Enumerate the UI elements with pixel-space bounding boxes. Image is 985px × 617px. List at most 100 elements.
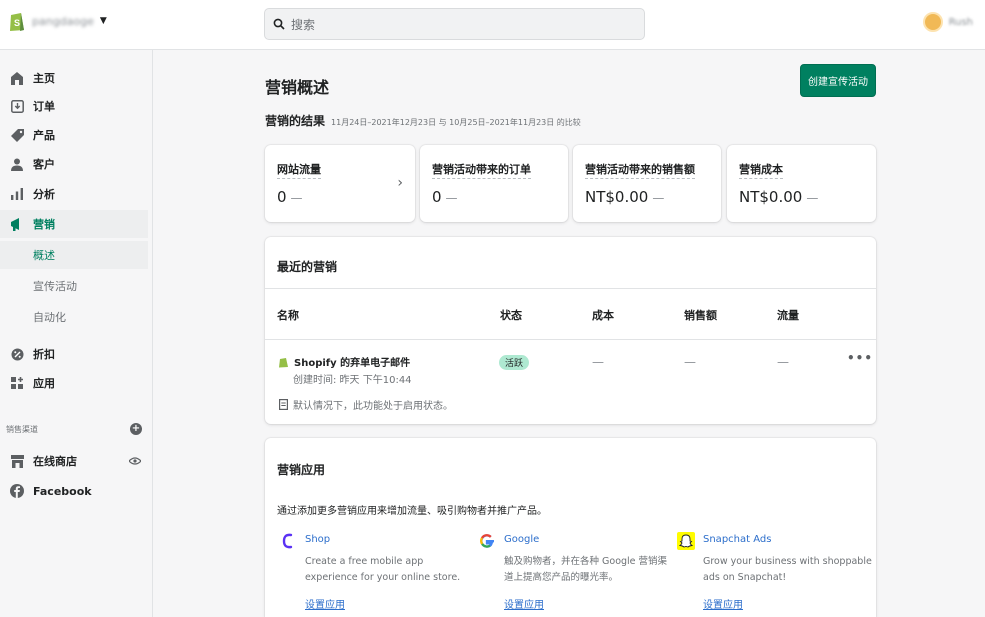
results-date-range[interactable]: 11月24日–2021年12月23日 与 10月25日–2021年11月23日 … [331, 117, 581, 128]
setup-app-link[interactable]: 设置应用 [703, 596, 743, 611]
metric-card-orders[interactable]: 营销活动带来的订单 0— [420, 145, 568, 222]
sidebar-item-analytics[interactable]: 分析 [0, 180, 148, 208]
sidebar-item-discounts[interactable]: 折扣 [0, 340, 148, 368]
column-header-sales: 销售额 [684, 309, 717, 322]
user-menu[interactable]: Rush [922, 12, 973, 32]
metric-value: 0— [432, 188, 458, 206]
app-description: Create a free mobile app experience for … [305, 556, 461, 583]
sidebar-subitem-automations[interactable]: 自动化 [0, 303, 148, 331]
app-description: Grow your business with shoppable ads on… [703, 556, 872, 583]
column-header-cost: 成本 [592, 309, 614, 322]
metric-card-sales[interactable]: 营销活动带来的销售额 NT$0.00— [573, 145, 721, 222]
add-channel-button[interactable]: + [130, 423, 142, 435]
shop-app-icon [279, 532, 297, 550]
metric-label: 营销活动带来的销售额 [585, 161, 695, 179]
more-actions-button[interactable]: ••• [847, 351, 873, 365]
user-name: Rush [948, 16, 973, 28]
store-name: pangdaoge [32, 14, 94, 28]
search-icon [273, 18, 285, 30]
card-title: 营销应用 [277, 463, 326, 477]
marketing-apps-card: 营销应用 通过添加更多营销应用来增加流量、吸引购物者并推广产品。 Shop Cr… [265, 438, 876, 617]
shopify-logo-icon: S [10, 13, 24, 31]
metric-value: 0— [277, 188, 303, 206]
person-icon [10, 157, 24, 171]
sidebar-item-label: 折扣 [33, 348, 55, 361]
app-name[interactable]: Google [504, 534, 539, 545]
app-description: 触及购物者，并在各种 Google 营销渠道上提高您产品的曝光率。 [504, 556, 668, 583]
divider [265, 288, 876, 289]
top-bar: S pangdaoge ▼ 搜索 Rush [0, 0, 985, 50]
caret-down-icon: ▼ [99, 16, 107, 26]
divider [265, 339, 876, 340]
card-title: 最近的营销 [277, 260, 338, 274]
sidebar-item-label: 应用 [33, 377, 55, 390]
home-icon [10, 71, 24, 85]
sidebar-subitem-overview[interactable]: 概述 [0, 241, 148, 269]
metric-value: NT$0.00— [739, 188, 819, 206]
sales-cell: — [684, 355, 696, 369]
page-title: 营销概述 [265, 78, 330, 97]
campaign-created-time: 创建时间: 昨天 下午10:44 [293, 375, 412, 386]
chevron-right-icon: › [397, 175, 403, 191]
apps-icon [10, 376, 24, 390]
traffic-cell: — [777, 355, 789, 369]
shopify-bag-icon [279, 357, 288, 367]
sidebar-item-customers[interactable]: 客户 [0, 150, 148, 178]
metric-card-traffic[interactable]: 网站流量 0— › [265, 145, 415, 222]
megaphone-icon [10, 217, 24, 231]
setup-app-link[interactable]: 设置应用 [504, 596, 544, 611]
sidebar-item-facebook[interactable]: Facebook [0, 477, 148, 505]
facebook-icon [10, 484, 24, 498]
google-icon [478, 532, 496, 550]
tag-icon [10, 128, 24, 142]
discount-icon [10, 347, 24, 361]
column-header-status: 状态 [500, 309, 522, 322]
create-campaign-button[interactable]: 创建宣传活动 [800, 64, 876, 97]
setup-app-link[interactable]: 设置应用 [305, 596, 345, 611]
results-header: 营销的结果 11月24日–2021年12月23日 与 10月25日–2021年1… [265, 112, 581, 129]
metric-label: 网站流量 [277, 161, 321, 179]
search-input[interactable]: 搜索 [264, 8, 645, 40]
sales-channels-header: 销售渠道 + [6, 423, 142, 435]
avatar [922, 12, 943, 32]
sidebar-item-online-store[interactable]: 在线商店 [0, 447, 148, 475]
sidebar-item-orders[interactable]: 订单 [0, 92, 148, 120]
campaign-note: 默认情况下，此功能处于启用状态。 [279, 397, 453, 412]
sidebar-item-label: 营销 [33, 218, 55, 231]
campaign-name-link[interactable]: Shopify 的弃单电子邮件 [279, 354, 410, 369]
sidebar-item-label: 主页 [33, 72, 55, 85]
sidebar-item-label: 在线商店 [33, 455, 77, 468]
bar-chart-icon [10, 187, 24, 201]
sidebar-item-marketing[interactable]: 营销 [0, 210, 148, 238]
results-label: 营销的结果 [265, 114, 326, 128]
sidebar-item-label: 订单 [33, 100, 55, 113]
sidebar-item-apps[interactable]: 应用 [0, 369, 148, 397]
document-icon [279, 399, 288, 410]
metric-value: NT$0.00— [585, 188, 665, 206]
metric-card-cost[interactable]: 营销成本 NT$0.00— [727, 145, 876, 222]
sidebar-item-products[interactable]: 产品 [0, 121, 148, 149]
orders-icon [10, 99, 24, 113]
view-store-eye-icon[interactable] [128, 454, 142, 468]
sidebar-item-label: Facebook [33, 484, 92, 498]
app-name[interactable]: Shop [305, 534, 330, 545]
apps-intro: 通过添加更多营销应用来增加流量、吸引购物者并推广产品。 [277, 506, 547, 517]
snapchat-icon [677, 532, 695, 550]
sidebar-item-label: 分析 [33, 188, 55, 201]
sidebar: 主页 订单 产品 客户 分析 营销 概述 宣传活动 自动化 折扣 应用 销售渠道… [0, 50, 153, 617]
svg-text:S: S [14, 18, 20, 28]
status-badge: 活跃 [499, 355, 530, 370]
metric-label: 营销成本 [739, 161, 783, 179]
column-header-name: 名称 [277, 309, 299, 322]
column-header-traffic: 流量 [777, 309, 799, 322]
sidebar-item-label: 产品 [33, 129, 55, 142]
store-icon [10, 454, 24, 468]
store-switcher[interactable]: S pangdaoge ▼ [8, 10, 107, 32]
sales-channels-label: 销售渠道 [6, 424, 38, 434]
metric-label: 营销活动带来的订单 [432, 161, 531, 179]
sidebar-subitem-campaigns[interactable]: 宣传活动 [0, 272, 148, 300]
cost-cell: — [592, 355, 604, 369]
app-name[interactable]: Snapchat Ads [703, 534, 771, 545]
sidebar-item-home[interactable]: 主页 [0, 64, 148, 92]
search-placeholder: 搜索 [291, 17, 316, 32]
